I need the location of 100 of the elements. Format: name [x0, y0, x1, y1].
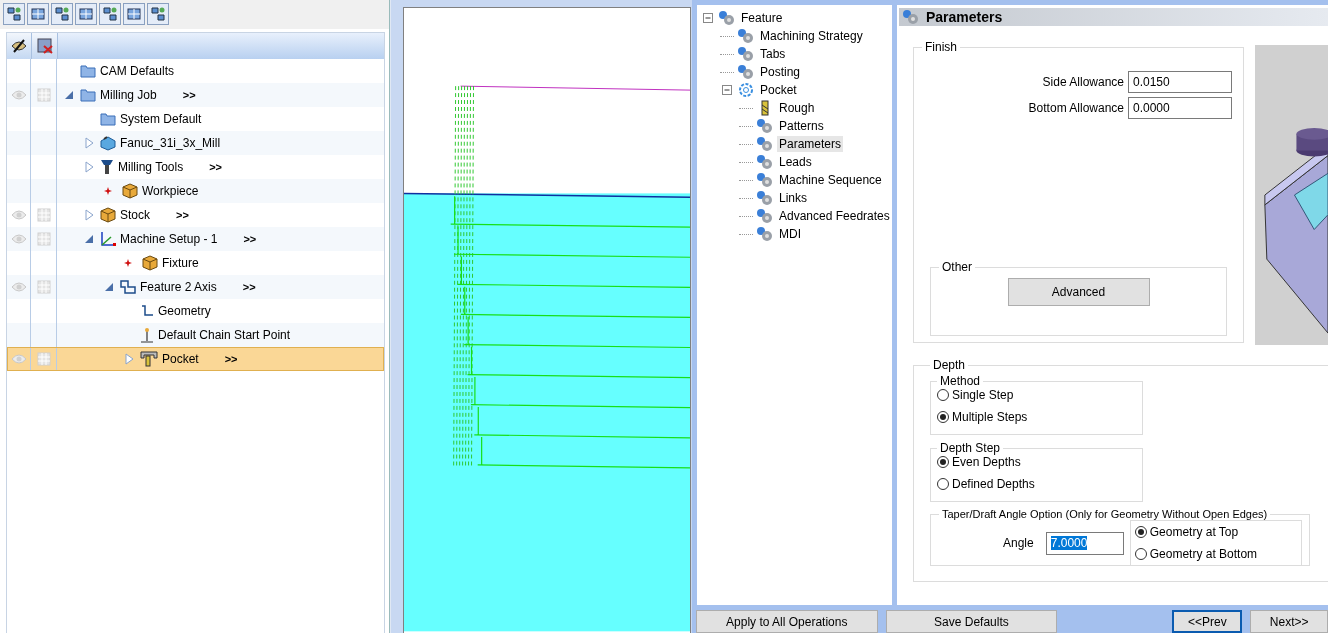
tree-row[interactable]: Milling Job >> [7, 83, 384, 107]
field-label: Side Allowance [1042, 75, 1124, 89]
dialog-button[interactable]: <<Prev [1172, 610, 1243, 633]
tree-label[interactable]: Stock [120, 208, 150, 222]
grid-delete-icon[interactable] [36, 38, 53, 54]
radio-label[interactable]: Single Step [952, 388, 1014, 402]
group-label: Taper/Draft Angle Option (Only for Geometry Without Open Edges) [941, 508, 1269, 520]
tree-item[interactable]: Pocket [758, 82, 799, 98]
tree-label[interactable]: CAM Defaults [100, 64, 175, 78]
tree-row[interactable]: Workpiece [7, 179, 384, 203]
more-link[interactable]: >> [242, 281, 256, 293]
tree-item[interactable]: Leads [777, 154, 814, 170]
pocket-tool-icon [140, 351, 158, 367]
tree-label[interactable]: Workpiece [142, 184, 199, 198]
group-label: Depth Step [939, 441, 1002, 455]
dialog-button[interactable]: Next>> [1250, 610, 1328, 633]
toolbar-button[interactable] [123, 3, 145, 25]
gear-icon [756, 172, 774, 188]
radio-button[interactable] [937, 411, 949, 423]
gear-icon [756, 118, 774, 134]
tree-label[interactable]: Milling Tools [118, 160, 184, 174]
collapse-box-icon[interactable] [720, 83, 734, 97]
more-link[interactable]: >> [224, 353, 238, 365]
radio-button[interactable] [937, 478, 949, 490]
radio-label[interactable]: Geometry at Bottom [1149, 547, 1258, 561]
radio-label[interactable]: Even Depths [952, 455, 1021, 469]
tree-item[interactable]: Rough [777, 100, 817, 116]
gear-icon [902, 9, 920, 25]
group-label: Method [939, 374, 982, 388]
radio-label[interactable]: Defined Depths [952, 477, 1035, 491]
tree-item[interactable]: Advanced Feedrates [777, 208, 892, 224]
gear-icon [756, 190, 774, 206]
cube-icon [100, 207, 116, 223]
axes-icon [100, 231, 116, 247]
toolbar-button[interactable] [51, 3, 73, 25]
toolbar-button[interactable] [75, 3, 97, 25]
tree-label[interactable]: System Default [120, 112, 202, 126]
tree-row[interactable]: Fanuc_31i_3x_Mill [7, 131, 384, 155]
radio-button[interactable] [937, 389, 949, 401]
tree-item[interactable]: Machine Sequence [777, 172, 884, 188]
collapse-box-icon[interactable] [701, 11, 715, 25]
start-point-icon [140, 327, 154, 343]
expand-arrow-icon[interactable] [122, 352, 136, 366]
folder-icon [80, 64, 96, 78]
tree-item[interactable]: Tabs [758, 46, 788, 62]
more-link[interactable]: >> [176, 209, 189, 221]
tree-label[interactable]: Default Chain Start Point [158, 328, 291, 342]
end-mill-icon [100, 159, 114, 175]
dialog-button[interactable]: Save Defaults [885, 610, 1058, 633]
panel-title: Parameters [926, 9, 1003, 25]
tree-row[interactable]: Feature 2 Axis >> [7, 275, 384, 299]
tree-item[interactable]: Links [777, 190, 809, 206]
selected-tree-row[interactable]: Pocket >> [7, 347, 384, 371]
gear-icon [737, 28, 755, 44]
group-label: Finish [924, 40, 958, 54]
radio-button[interactable] [1134, 548, 1147, 560]
tree-label[interactable]: Machine Setup - 1 [120, 232, 218, 246]
tree-row[interactable]: Default Chain Start Point [7, 323, 384, 347]
tree-item[interactable]: Patterns [777, 118, 826, 134]
gear-icon [756, 136, 774, 152]
tree-item[interactable]: Parameters [777, 136, 844, 152]
grid-icon [126, 6, 142, 22]
folder-icon [100, 112, 116, 126]
tree-label[interactable]: Fanuc_31i_3x_Mill [120, 136, 221, 150]
gear-icon [737, 64, 755, 80]
tree-item[interactable]: Machining Strategy [758, 28, 865, 44]
tree-label[interactable]: Geometry [158, 304, 211, 318]
toolbar-button[interactable] [147, 3, 169, 25]
toolbar-button[interactable] [99, 3, 121, 25]
radio-button[interactable] [937, 456, 949, 468]
tree-label[interactable]: Fixture [162, 256, 199, 270]
gear-icon [756, 208, 774, 224]
tree-label[interactable]: Feature 2 Axis [140, 280, 217, 294]
radio-label[interactable]: Multiple Steps [952, 410, 1028, 424]
group-label: Other [941, 260, 973, 274]
gear-icon [756, 154, 774, 170]
cube-icon [122, 183, 138, 199]
advanced-button[interactable]: Advanced [1007, 278, 1150, 306]
gear-outline-icon [737, 82, 755, 98]
tree-item[interactable]: Posting [758, 64, 803, 80]
cube-icon [142, 255, 158, 271]
angle-field[interactable]: 7.0000 [1045, 531, 1124, 555]
tree-item[interactable]: MDI [777, 226, 803, 242]
allowance-field[interactable]: 0.0150 [1128, 71, 1232, 93]
toolbar-button[interactable] [3, 3, 25, 25]
radio-label[interactable]: Geometry at Top [1149, 525, 1239, 539]
tree-item[interactable]: Feature [739, 10, 785, 26]
tree-row[interactable]: Machine Setup - 1 >> [7, 227, 384, 251]
tree-label[interactable]: Milling Job [100, 88, 157, 102]
visibility-icon[interactable] [11, 38, 27, 54]
field-label: Angle [1003, 536, 1034, 550]
toolbar-button[interactable] [27, 3, 49, 25]
allowance-field[interactable]: 0.0000 [1128, 97, 1232, 119]
more-link[interactable]: >> [243, 233, 257, 245]
tree-label[interactable]: Pocket [162, 352, 199, 366]
more-link[interactable]: >> [209, 161, 222, 173]
gear-icon [718, 10, 736, 26]
more-link[interactable]: >> [182, 89, 196, 101]
radio-button[interactable] [1134, 526, 1147, 538]
dialog-button[interactable]: Apply to All Operations [696, 610, 878, 633]
